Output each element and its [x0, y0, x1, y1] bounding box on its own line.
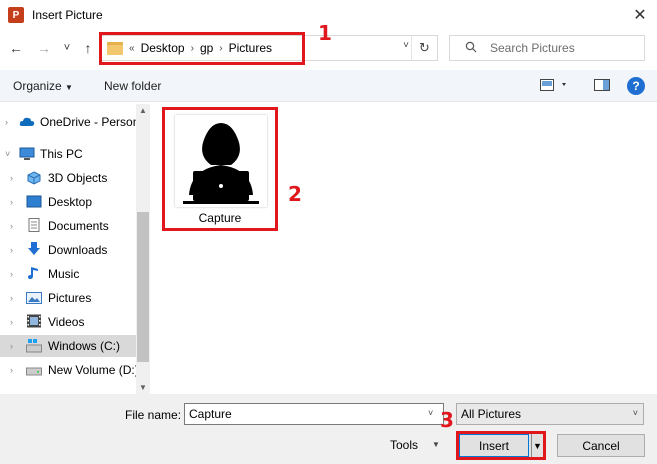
refresh-button[interactable]: ↻	[411, 36, 437, 60]
sidebar-item-desktop[interactable]: › Desktop	[0, 191, 150, 213]
sidebar-item-pictures[interactable]: › Pictures	[0, 287, 150, 309]
sidebar-item-windows-c[interactable]: › Windows (C:)	[0, 335, 150, 357]
chevron-down-icon[interactable]: ˅	[428, 408, 433, 418]
chevron-right-icon[interactable]: ›	[10, 341, 13, 351]
preview-pane-icon[interactable]	[594, 78, 610, 95]
chevron-right-icon[interactable]: ›	[10, 317, 13, 327]
organize-button[interactable]: Organize ▼	[13, 79, 73, 93]
annotation-number-2: 2	[288, 182, 302, 206]
chevron-right-icon[interactable]: ›	[10, 245, 13, 255]
drive-icon	[26, 339, 42, 353]
sidebar-item-3d-objects[interactable]: › 3D Objects	[0, 167, 150, 189]
chevron-right-icon[interactable]: ›	[5, 117, 8, 127]
chevron-right-icon[interactable]: ›	[10, 365, 13, 375]
cancel-button[interactable]: Cancel	[557, 434, 645, 457]
pictures-icon	[26, 292, 42, 304]
sidebar-item-onedrive[interactable]: › OneDrive - Personal	[0, 111, 150, 133]
drive-icon	[26, 367, 42, 376]
chevron-down-icon[interactable]: ˅	[5, 149, 10, 159]
navigation-pane: › OneDrive - Personal ˅ This PC › 3D Obj…	[0, 104, 150, 394]
address-dropdown-icon[interactable]: ˅	[403, 40, 409, 51]
file-name-label: File name:	[125, 408, 182, 422]
chevron-down-icon[interactable]: ˅	[633, 408, 638, 418]
annotation-number-3: 3	[440, 408, 454, 432]
tools-button[interactable]: Tools	[390, 438, 418, 452]
sidebar-item-videos[interactable]: › Videos	[0, 311, 150, 333]
scroll-up-arrow-icon[interactable]: ▲	[136, 106, 150, 115]
search-icon	[460, 41, 482, 56]
person-laptop-icon	[175, 115, 267, 207]
file-list: Capture 2	[150, 104, 657, 394]
file-type-select[interactable]: All Pictures ˅	[456, 403, 644, 425]
up-button[interactable]: ↑	[78, 38, 98, 58]
download-icon	[28, 242, 40, 255]
search-placeholder: Search Pictures	[490, 41, 575, 55]
annotation-box-1	[99, 32, 305, 65]
file-name-label: Capture	[198, 211, 242, 225]
sidebar-item-documents[interactable]: › Documents	[0, 215, 150, 237]
forward-button[interactable]: →	[34, 38, 54, 58]
close-button[interactable]: ✕	[629, 4, 651, 26]
music-icon	[28, 267, 38, 279]
window-title: Insert Picture	[32, 8, 103, 22]
view-options-icon[interactable]	[540, 78, 570, 95]
scroll-down-arrow-icon[interactable]: ▼	[136, 383, 150, 392]
cloud-icon	[19, 117, 35, 126]
file-item-capture[interactable]: Capture	[162, 107, 278, 231]
sidebar-item-new-volume-d[interactable]: › New Volume (D:)	[0, 359, 150, 381]
powerpoint-icon: P	[8, 7, 24, 23]
chevron-right-icon[interactable]: ›	[10, 269, 13, 279]
sidebar-item-this-pc[interactable]: ˅ This PC	[0, 143, 150, 165]
chevron-right-icon[interactable]: ›	[10, 173, 13, 183]
dialog-footer: File name: Capture ˅ All Pictures ˅ Tool…	[0, 394, 657, 464]
sidebar-item-music[interactable]: › Music	[0, 263, 150, 285]
file-name-input[interactable]: Capture	[184, 403, 444, 425]
tools-dropdown-icon[interactable]: ▼	[432, 440, 440, 449]
desktop-icon	[26, 195, 42, 208]
sidebar-item-downloads[interactable]: › Downloads	[0, 239, 150, 261]
recent-locations-button[interactable]: ˅	[57, 38, 77, 58]
help-icon[interactable]: ?	[627, 77, 645, 95]
chevron-right-icon[interactable]: ›	[10, 221, 13, 231]
insert-button[interactable]: Insert	[459, 434, 529, 457]
new-folder-button[interactable]: New folder	[104, 79, 161, 93]
insert-button-group: Insert ▼	[456, 431, 546, 460]
sidebar-scrollbar[interactable]: ▲ ▼	[136, 104, 150, 394]
computer-icon	[19, 147, 35, 160]
annotation-number-1: 1	[318, 21, 332, 45]
toolbar: Organize ▼ New folder ?	[0, 70, 657, 102]
search-box[interactable]: Search Pictures	[449, 35, 645, 61]
back-button[interactable]: ←	[6, 38, 26, 58]
cube-icon	[27, 171, 41, 185]
insert-options-arrow-icon[interactable]: ▼	[531, 434, 543, 457]
chevron-right-icon[interactable]: ›	[10, 197, 13, 207]
video-icon	[27, 314, 41, 328]
scroll-thumb[interactable]	[137, 212, 149, 362]
chevron-right-icon[interactable]: ›	[10, 293, 13, 303]
document-icon	[28, 218, 40, 232]
